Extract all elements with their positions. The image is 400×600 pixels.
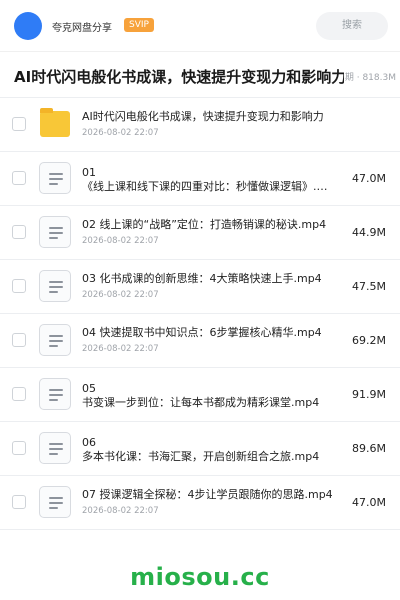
file-name: 01 《线上课和线下课的四重对比：秒懂做课逻辑》.… <box>82 166 344 194</box>
file-name: 06 多本书化课：书海汇聚，开启创新组合之旅.mp4 <box>82 436 344 464</box>
file-date: 2026-08-02 22:07 <box>82 344 159 354</box>
file-size: 44.9M <box>352 226 386 239</box>
select-checkbox[interactable] <box>12 333 26 347</box>
file-date: 2026-08-02 22:07 <box>82 236 159 246</box>
folder-meta: 期 · 818.3M <box>344 73 396 83</box>
file-name: 02 线上课的“战略”定位：打造畅销课的秘诀.mp4 <box>82 218 327 231</box>
select-checkbox[interactable] <box>12 225 26 239</box>
file-name-line2: 书变课一步到位：让每本书都成为精彩课堂.mp4 <box>82 396 320 409</box>
file-date: 2026-08-02 22:07 <box>82 506 159 516</box>
select-checkbox[interactable] <box>12 117 26 131</box>
document-icon <box>38 431 72 465</box>
select-checkbox[interactable] <box>12 441 26 455</box>
list-item[interactable]: AI时代闪电般化书成课，快速提升变现力和影响力 2026-08-02 22:07 <box>0 98 400 152</box>
folder-icon <box>38 107 72 141</box>
svip-badge: SVIP <box>124 18 154 32</box>
list-item[interactable]: 07 授课逻辑全探秘：4步让学员跟随你的思路.mp4 2026-08-02 22… <box>0 476 400 530</box>
select-checkbox[interactable] <box>12 279 26 293</box>
file-size: 69.2M <box>352 334 386 347</box>
file-date: 2026-08-02 22:07 <box>82 290 159 300</box>
list-item[interactable]: 02 线上课的“战略”定位：打造畅销课的秘诀.mp4 2026-08-02 22… <box>0 206 400 260</box>
file-name-line2: 《线上课和线下课的四重对比：秒懂做课逻辑》.… <box>82 180 328 193</box>
file-name: 03 化书成课的创新思维：4大策略快速上手.mp4 <box>82 272 322 285</box>
list-item[interactable]: 05 书变课一步到位：让每本书都成为精彩课堂.mp4 91.9M <box>0 368 400 422</box>
file-list: AI时代闪电般化书成课，快速提升变现力和影响力 2026-08-02 22:07… <box>0 98 400 530</box>
file-name: 07 授课逻辑全探秘：4步让学员跟随你的思路.mp4 <box>82 488 333 501</box>
file-name-line1: 05 <box>82 382 96 395</box>
select-checkbox[interactable] <box>12 171 26 185</box>
file-name-line2: 多本书化课：书海汇聚，开启创新组合之旅.mp4 <box>82 450 320 463</box>
document-icon <box>38 377 72 411</box>
file-size: 47.0M <box>352 496 386 509</box>
share-owner-name: 夸克网盘分享 <box>52 23 112 34</box>
list-item[interactable]: 01 《线上课和线下课的四重对比：秒懂做课逻辑》.… 47.0M <box>0 152 400 206</box>
file-name-line1: 06 <box>82 436 96 449</box>
list-item[interactable]: 04 快速提取书中知识点：6步掌握核心精华.mp4 2026-08-02 22:… <box>0 314 400 368</box>
folder-title-bar: AI时代闪电般化书成课，快速提升变现力和影响力 期 · 818.3M <box>0 52 400 98</box>
document-icon <box>38 323 72 357</box>
avatar[interactable] <box>14 12 42 40</box>
file-name: 05 书变课一步到位：让每本书都成为精彩课堂.mp4 <box>82 382 344 410</box>
file-name: 04 快速提取书中知识点：6步掌握核心精华.mp4 <box>82 326 322 339</box>
file-size: 47.0M <box>352 172 386 185</box>
list-item[interactable]: 03 化书成课的创新思维：4大策略快速上手.mp4 2026-08-02 22:… <box>0 260 400 314</box>
select-checkbox[interactable] <box>12 387 26 401</box>
file-name: AI时代闪电般化书成课，快速提升变现力和影响力 <box>82 110 324 123</box>
search-input[interactable]: 搜索 <box>316 12 388 40</box>
file-date: 2026-08-02 22:07 <box>82 128 159 138</box>
file-size: 89.6M <box>352 442 386 455</box>
document-icon <box>38 161 72 195</box>
document-icon <box>38 485 72 519</box>
watermark-text: miosou.cc <box>130 563 270 591</box>
select-checkbox[interactable] <box>12 495 26 509</box>
file-size: 91.9M <box>352 388 386 401</box>
document-icon <box>38 215 72 249</box>
file-size: 47.5M <box>352 280 386 293</box>
list-item[interactable]: 06 多本书化课：书海汇聚，开启创新组合之旅.mp4 89.6M <box>0 422 400 476</box>
share-header: 夸克网盘分享 SVIP 搜索 <box>0 0 400 52</box>
document-icon <box>38 269 72 303</box>
page-title: AI时代闪电般化书成课，快速提升变现力和影响力 <box>14 68 344 86</box>
file-name-line1: 01 <box>82 166 96 179</box>
